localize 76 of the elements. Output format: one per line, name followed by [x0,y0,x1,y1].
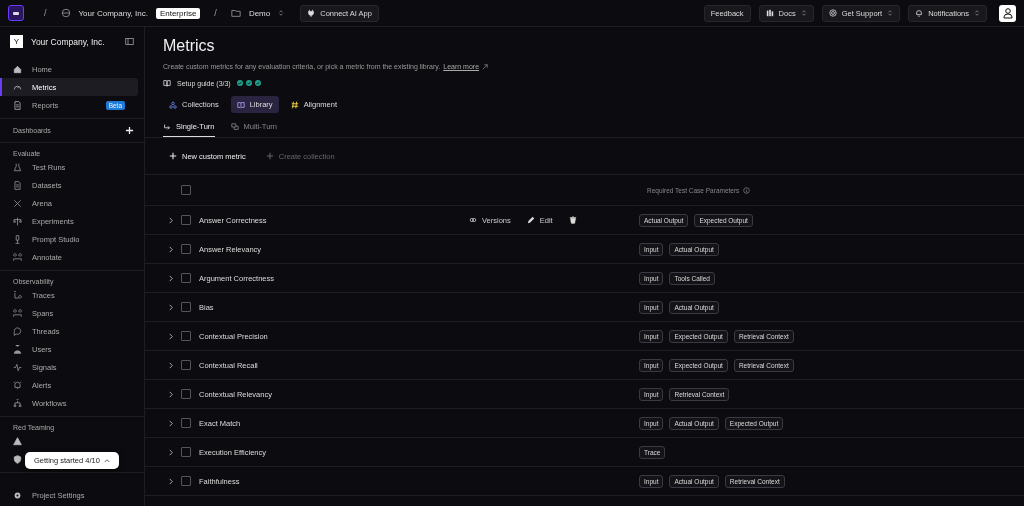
people-icon [13,308,22,318]
project-selector[interactable]: Demo [248,8,271,18]
flask-icon [13,162,22,172]
book-icon [163,79,171,87]
user-icon [13,344,22,354]
plan-badge: Enterprise [155,7,201,19]
chevron-updown-icon [800,9,807,17]
folder-icon [230,8,241,18]
add-icon[interactable] [125,126,134,135]
document-icon [13,180,22,190]
organization-name[interactable]: Your Company, Inc. [78,8,148,18]
house-icon [13,64,22,74]
row-checkbox[interactable] [181,476,191,486]
pulse-icon [13,362,22,372]
row-checkbox[interactable] [181,331,191,341]
expand-chevron-icon[interactable] [168,361,174,369]
row-checkbox[interactable] [181,389,191,399]
bell-icon [13,380,22,390]
trace-icon [13,290,22,300]
turn-arrow-icon [163,122,171,131]
breadcrumb-separator: / [214,8,217,18]
expand-chevron-icon[interactable] [168,245,174,253]
expand-chevron-icon[interactable] [168,216,174,224]
lifebuoy-icon [828,9,837,17]
info-icon [743,186,751,194]
book-icon [236,100,245,109]
chevron-updown-icon [278,9,285,17]
globe-icon [60,8,71,18]
versions-icon [469,216,477,224]
cross-icon [13,198,22,208]
people-icon [13,252,22,262]
expand-chevron-icon[interactable] [168,332,174,340]
expand-chevron-icon[interactable] [168,477,174,485]
breadcrumb-separator: / [44,8,47,18]
bell-icon [915,9,924,17]
sidebar-toggle-icon[interactable] [125,37,134,46]
chevron-updown-icon [974,9,980,17]
delete-icon[interactable] [568,216,577,224]
plus-icon [265,152,274,160]
expand-chevron-icon[interactable] [168,303,174,311]
page-title: Metrics [163,37,216,55]
user-avatar-button[interactable] [999,4,1016,22]
hash-icon [290,100,299,109]
row-checkbox[interactable] [181,244,191,254]
people-icon [169,100,177,109]
row-checkbox[interactable] [181,447,191,457]
select-all-checkbox[interactable] [181,185,191,195]
plus-icon [169,152,177,160]
chat-icon [13,326,22,336]
user-icon [1001,7,1014,19]
chevron-updown-icon [887,9,894,17]
gear-icon [13,490,22,500]
company-name[interactable]: Your Company, Inc. [31,36,117,47]
plug-icon [307,9,316,17]
scale-icon [13,216,22,226]
expand-chevron-icon[interactable] [168,390,174,398]
caret-icon [103,458,110,463]
shield-icon[interactable] [13,454,22,464]
row-checkbox[interactable] [181,418,191,428]
pencil-icon [526,216,535,224]
chat-icon [230,122,239,131]
books-icon [765,9,774,17]
company-logo: Y [10,35,23,48]
app-logo-icon[interactable] [8,5,24,21]
row-checkbox[interactable] [181,215,191,225]
microphone-icon [13,234,22,244]
row-checkbox[interactable] [181,273,191,283]
warning-icon[interactable] [13,436,22,446]
row-checkbox[interactable] [181,302,191,312]
external-link-icon [482,63,489,70]
expand-chevron-icon[interactable] [168,274,174,282]
document-icon [13,100,22,110]
expand-chevron-icon[interactable] [168,448,174,456]
workflow-icon [13,398,22,408]
row-checkbox[interactable] [181,360,191,370]
expand-chevron-icon[interactable] [168,419,174,427]
